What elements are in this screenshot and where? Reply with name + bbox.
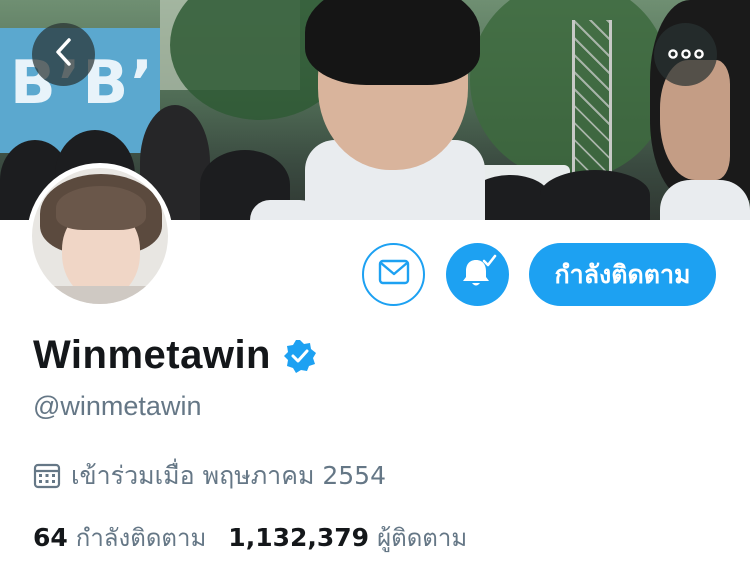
avatar-image — [32, 168, 168, 304]
profile-handle: @winmetawin — [33, 391, 202, 421]
following-stat[interactable]: 64 กำลังติดตาม — [33, 518, 206, 557]
banner-shirt — [660, 180, 750, 220]
bell-check-icon — [459, 254, 497, 295]
avatar[interactable] — [27, 163, 173, 309]
followers-count: 1,132,379 — [228, 523, 370, 552]
chevron-left-icon — [53, 37, 75, 72]
following-count: 64 — [33, 523, 68, 552]
avatar-shirt — [32, 286, 168, 304]
joined-date-row: เข้าร่วมเมื่อ พฤษภาคม 2554 — [33, 456, 386, 496]
joined-date-text: เข้าร่วมเมื่อ พฤษภาคม 2554 — [71, 461, 386, 490]
display-name: Winmetawin — [33, 333, 271, 377]
followers-label: ผู้ติดตาม — [377, 524, 468, 552]
banner-crowd — [540, 170, 650, 220]
profile-name-row: Winmetawin — [33, 333, 317, 378]
banner-tree — [470, 0, 670, 180]
avatar-fringe — [56, 186, 146, 230]
message-button[interactable] — [362, 243, 425, 306]
back-button[interactable] — [32, 23, 95, 86]
banner-truss — [572, 20, 612, 190]
envelope-icon — [378, 259, 410, 290]
verified-badge-icon — [283, 339, 317, 373]
more-options-button[interactable] — [654, 23, 717, 86]
notifications-button[interactable] — [446, 243, 509, 306]
banner-person-hair — [305, 0, 480, 85]
followers-stat[interactable]: 1,132,379 ผู้ติดตาม — [228, 518, 467, 557]
calendar-icon — [33, 462, 61, 490]
more-horizontal-icon — [667, 46, 704, 64]
following-button[interactable]: กำลังติดตาม — [529, 243, 716, 306]
following-label: กำลังติดตาม — [75, 524, 207, 552]
follow-stats-row: 64 กำลังติดตาม 1,132,379 ผู้ติดตาม — [33, 518, 467, 557]
